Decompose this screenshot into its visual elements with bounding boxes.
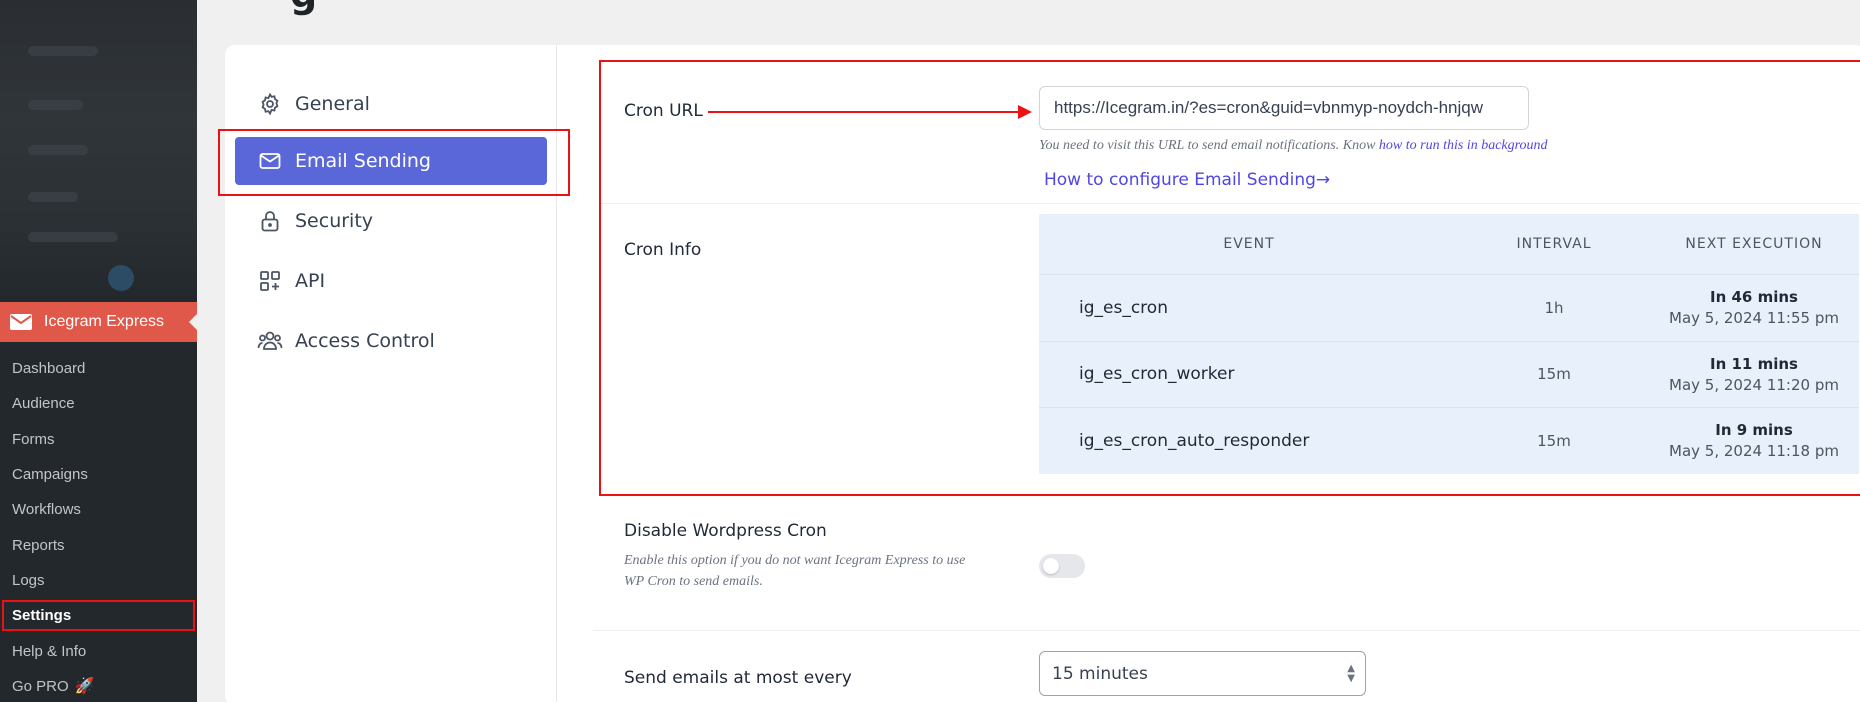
nav-item-label: General bbox=[295, 93, 370, 115]
disable-wp-cron-toggle[interactable] bbox=[1039, 554, 1085, 578]
gear-icon bbox=[257, 91, 283, 117]
menu-item-label: Icegram Express bbox=[44, 313, 165, 330]
wp-admin-sidebar: Icegram Express Dashboard Audience Forms… bbox=[0, 0, 197, 702]
annotation-highlight-nav bbox=[218, 129, 570, 196]
page-title-fragment: g bbox=[290, 0, 317, 16]
divider bbox=[593, 630, 1860, 631]
disable-wp-cron-description: Enable this option if you do not want Ic… bbox=[624, 553, 966, 589]
plugin-submenu: Dashboard Audience Forms Campaigns Workf… bbox=[0, 351, 197, 702]
send-frequency-select[interactable]: 15 minutes ▲ ▼ bbox=[1039, 651, 1366, 696]
submenu-settings[interactable]: Settings bbox=[0, 598, 197, 633]
nav-item-general[interactable]: General bbox=[235, 80, 547, 128]
lock-icon bbox=[257, 208, 283, 234]
nav-item-access-control[interactable]: Access Control bbox=[235, 317, 547, 365]
blurred-menu-area bbox=[0, 0, 197, 300]
submenu-forms[interactable]: Forms bbox=[0, 422, 197, 457]
submenu-workflows[interactable]: Workflows bbox=[0, 492, 197, 527]
selected-value: 15 minutes bbox=[1052, 663, 1148, 684]
nav-item-label: Security bbox=[295, 210, 374, 232]
annotation-highlight-cron bbox=[599, 60, 1860, 496]
nav-item-security[interactable]: Security bbox=[235, 197, 547, 245]
disable-wp-cron-label: Disable Wordpress Cron bbox=[624, 521, 827, 541]
users-icon bbox=[257, 328, 283, 354]
send-frequency-label: Send emails at most every bbox=[624, 668, 852, 688]
menu-item-icegram-express[interactable]: Icegram Express bbox=[0, 302, 197, 342]
toggle-knob bbox=[1043, 558, 1059, 574]
submenu-campaigns[interactable]: Campaigns bbox=[0, 457, 197, 492]
chevron-updown-icon: ▲ ▼ bbox=[1347, 663, 1355, 684]
submenu-audience[interactable]: Audience bbox=[0, 386, 197, 421]
nav-item-api[interactable]: API bbox=[235, 257, 547, 305]
submenu-reports[interactable]: Reports bbox=[0, 527, 197, 562]
submenu-go-pro[interactable]: Go PRO 🚀 bbox=[0, 669, 197, 702]
rocket-icon: 🚀 bbox=[74, 678, 95, 696]
nav-item-label: API bbox=[295, 270, 326, 292]
envelope-icon bbox=[10, 314, 32, 330]
nav-item-label: Access Control bbox=[295, 330, 435, 352]
submenu-help-info[interactable]: Help & Info bbox=[0, 633, 197, 668]
api-icon bbox=[257, 268, 283, 294]
submenu-dashboard[interactable]: Dashboard bbox=[0, 351, 197, 386]
submenu-logs[interactable]: Logs bbox=[0, 563, 197, 598]
